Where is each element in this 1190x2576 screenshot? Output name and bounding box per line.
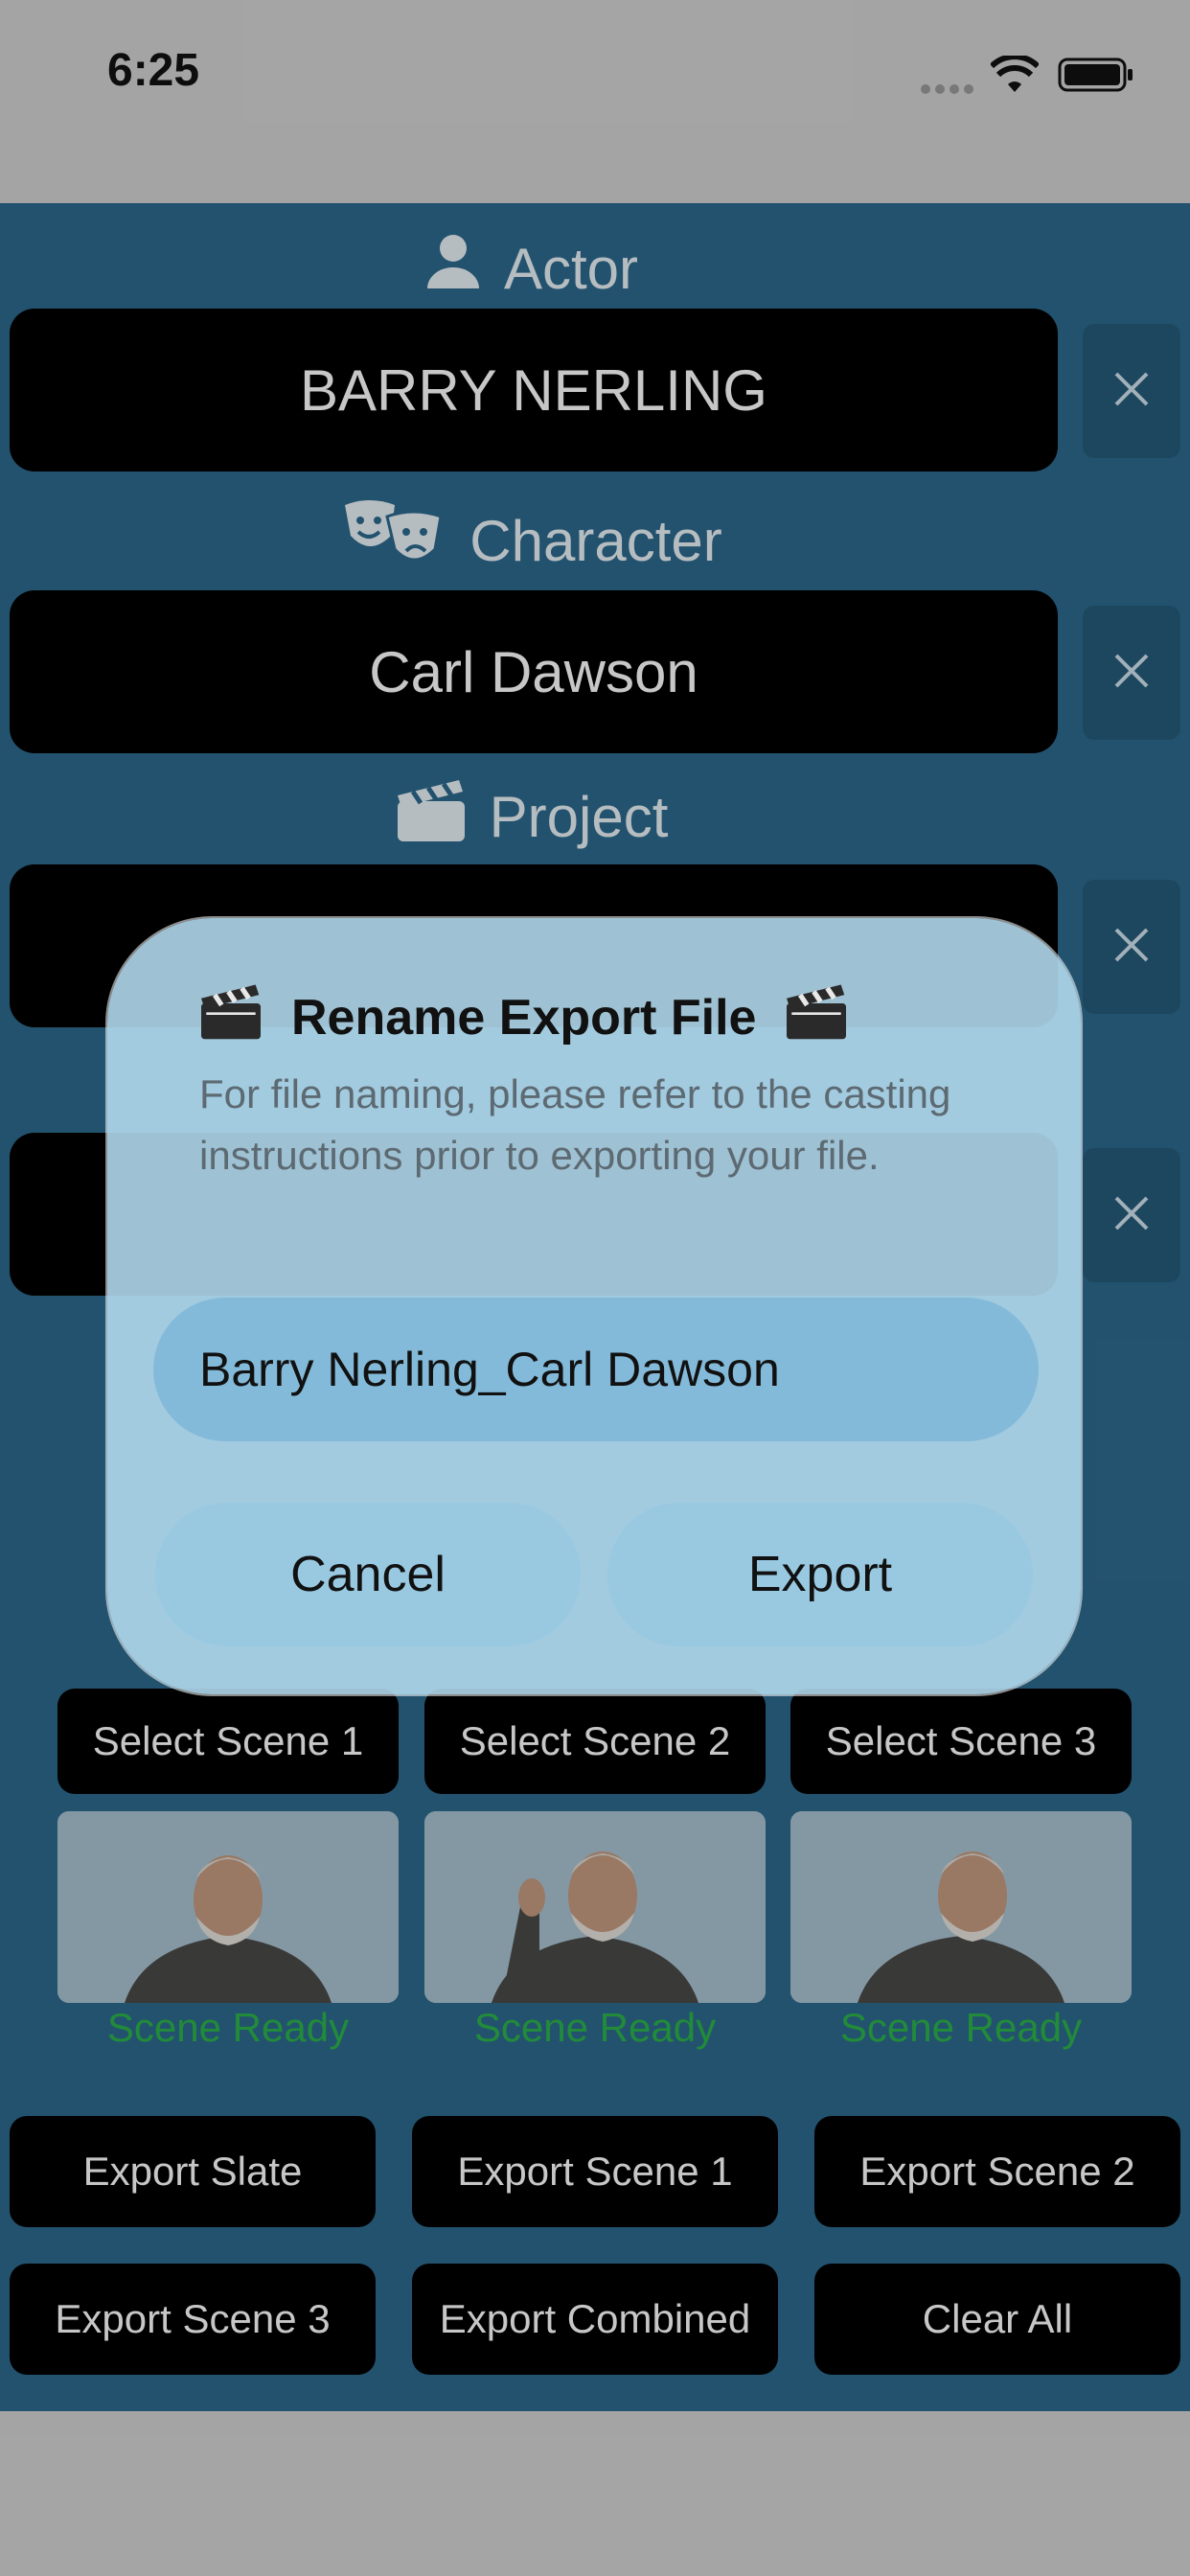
rename-export-dialog: Rename Export File For file naming, plea… (107, 918, 1081, 1694)
dialog-title: Rename Export File (291, 989, 757, 1046)
clapperboard-icon (199, 981, 263, 1053)
clapperboard-icon (785, 981, 848, 1053)
export-button[interactable]: Export (607, 1503, 1033, 1646)
dialog-title-row: Rename Export File (199, 981, 985, 1053)
cancel-button[interactable]: Cancel (155, 1503, 581, 1646)
dialog-message: For file naming, please refer to the cas… (199, 1071, 951, 1178)
filename-input[interactable]: Barry Nerling_Carl Dawson (153, 1298, 1039, 1441)
